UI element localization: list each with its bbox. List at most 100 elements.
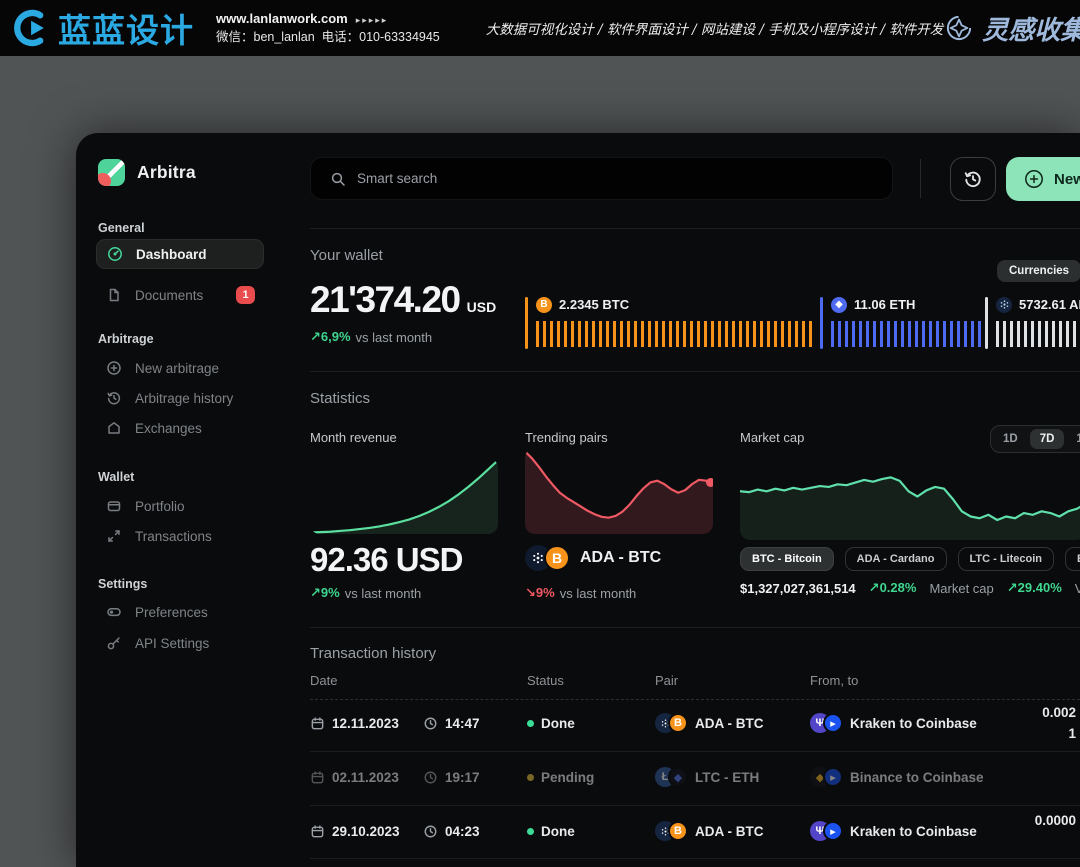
app-logo: Arbitra <box>98 159 196 186</box>
gauge-icon <box>107 246 123 262</box>
month-revenue-label: Month revenue <box>310 430 397 445</box>
topbar-divider <box>920 159 921 198</box>
time-cell: 14:47 <box>423 699 480 747</box>
month-revenue-delta: ↗9% vs last month <box>310 585 421 601</box>
search-icon <box>330 171 346 187</box>
eth-bars <box>831 321 981 347</box>
sidebar-item-api-settings[interactable]: API Settings <box>96 628 264 658</box>
history-button[interactable] <box>950 157 996 201</box>
range-1m[interactable]: 1M <box>1066 429 1080 449</box>
section-title-wallet: Wallet <box>98 470 134 484</box>
section-title-general: General <box>98 221 145 235</box>
status-cell: Done <box>527 699 575 747</box>
phone-contact: 电话：010-63334945 <box>322 30 440 44</box>
trending-pair-name: ADA - BTC <box>580 549 661 567</box>
inspiration-collect[interactable]: 灵感收集 <box>943 10 1080 47</box>
pill-ltc-litecoin[interactable]: LTC - Litecoin <box>958 547 1055 571</box>
ada-coin-icon <box>996 297 1012 313</box>
site-url[interactable]: www.lanlanwork.com <box>216 11 348 26</box>
range-1d[interactable]: 1D <box>993 429 1028 449</box>
sidebar-item-label: Portfolio <box>135 499 185 514</box>
wallet-delta-suffix: vs last month <box>356 330 433 345</box>
sidebar-item-arbitrage-history[interactable]: Arbitrage history <box>96 383 264 413</box>
volume-delta-value: 29.40% <box>1018 580 1062 595</box>
search-bar[interactable] <box>310 157 893 200</box>
tab-currencies[interactable]: Currencies <box>997 260 1080 282</box>
sidebar-item-preferences[interactable]: Preferences <box>96 597 264 627</box>
up-arrow-icon: ↗ <box>310 585 321 600</box>
api-key-icon <box>106 635 122 651</box>
sidebar-item-transactions[interactable]: Transactions <box>96 521 264 551</box>
sidebar-item-exchanges[interactable]: Exchanges <box>96 413 264 443</box>
search-input[interactable] <box>357 171 837 186</box>
status-dot-done <box>527 720 534 727</box>
cap-delta-value: 0.28% <box>880 580 917 595</box>
stats-section-title: Statistics <box>310 390 370 407</box>
sidebar-item-label: New arbitrage <box>135 361 219 376</box>
pill-eth-ethereum[interactable]: ETH - Ethereum <box>1065 547 1080 571</box>
new-arbitrage-button[interactable]: New arbitrage <box>1006 157 1080 201</box>
transactions-header-row: Date Status Pair From, to <box>310 673 1080 693</box>
pair-cell: B ADA - BTC <box>655 699 764 747</box>
trending-delta-suffix: vs last month <box>560 586 637 601</box>
sidebar-item-new-arbitrage[interactable]: New arbitrage <box>96 353 264 383</box>
clock-icon <box>423 716 438 731</box>
history-icon <box>106 390 122 406</box>
ada-bars <box>996 321 1080 347</box>
time-cell: 04:23 <box>423 807 480 855</box>
eth-coin-icon: ◆ <box>668 767 688 787</box>
sidebar-item-label: Arbitrage history <box>135 391 233 406</box>
btc-coin-icon: B <box>536 297 552 313</box>
calendar-icon <box>310 716 325 731</box>
row-divider <box>310 858 1080 859</box>
up-arrow-icon: ↗ <box>869 580 880 595</box>
range-7d[interactable]: 7D <box>1030 429 1065 449</box>
file-icon <box>106 287 122 303</box>
trending-pairs-chart <box>525 448 713 534</box>
documents-badge: 1 <box>236 286 255 304</box>
pill-btc-bitcoin[interactable]: BTC - Bitcoin <box>740 547 834 571</box>
exchange-icons: Ψ ▸ <box>810 713 843 733</box>
date-cell: 02.11.2023 <box>310 753 399 801</box>
sparkle-ring-icon <box>943 12 975 44</box>
volume-delta-label: Volume (24h) <box>1075 581 1080 596</box>
divider <box>310 371 1080 372</box>
table-row[interactable]: 29.10.2023 04:23 Done B ADA - BTC Ψ <box>310 807 1080 855</box>
banner-services: 大数据可视化设计 / 软件界面设计 / 网站建设 / 手机及小程序设计 / 软件… <box>486 18 944 38</box>
url-arrows-decor: ▸▸▸▸▸ <box>356 15 389 25</box>
column-header-status: Status <box>527 673 564 688</box>
wallet-amount-currency: USD <box>467 299 497 315</box>
down-arrow-icon: ↘ <box>525 585 536 600</box>
status-cell: Done <box>527 807 575 855</box>
sidebar-item-dashboard[interactable]: Dashboard <box>96 239 264 269</box>
column-header-date: Date <box>310 673 337 688</box>
plus-circle-icon <box>1024 169 1044 189</box>
sidebar-item-portfolio[interactable]: Portfolio <box>96 491 264 521</box>
route-value: Kraken to Coinbase <box>850 716 977 731</box>
wallet-section-title: Your wallet <box>310 247 383 264</box>
home-icon <box>106 420 122 436</box>
date-value: 29.10.2023 <box>332 824 400 839</box>
cap-delta-label: Market cap <box>929 581 993 596</box>
status-cell: Pending <box>527 753 594 801</box>
table-row[interactable]: 12.11.2023 14:47 Done B ADA - BTC Ψ <box>310 699 1080 747</box>
sidebar-item-label: Exchanges <box>135 421 202 436</box>
status-value: Pending <box>541 770 594 785</box>
wallet-segment-eth: ◆ 11.06 ETH <box>820 296 985 351</box>
trending-delta: ↘9% vs last month <box>525 585 636 601</box>
date-cell: 12.11.2023 <box>310 699 399 747</box>
month-revenue-delta-value: 9% <box>321 585 340 600</box>
wallet-segment-btc: B 2.2345 BTC <box>525 296 820 351</box>
route-cell: ◆ ▸ Binance to Coinbase <box>810 753 984 801</box>
pair-coins: B <box>655 713 688 733</box>
sidebar-item-documents[interactable]: Documents 1 <box>96 280 264 310</box>
row-divider <box>310 805 1080 806</box>
table-row[interactable]: 02.11.2023 19:17 Pending Ł ◆ LTC - ETH ◆ <box>310 753 1080 801</box>
site-banner: 蓝蓝设计 www.lanlanwork.com▸▸▸▸▸ 微信：ben_lanl… <box>0 0 1080 56</box>
pair-value: LTC - ETH <box>695 770 759 785</box>
route-value: Kraken to Coinbase <box>850 824 977 839</box>
trending-pairs-label: Trending pairs <box>525 430 608 445</box>
pill-ada-cardano[interactable]: ADA - Cardano <box>845 547 947 571</box>
wallet-amount-value: 21'374.20 <box>310 279 460 321</box>
amount-cell: 0.002 1 <box>1042 702 1076 744</box>
